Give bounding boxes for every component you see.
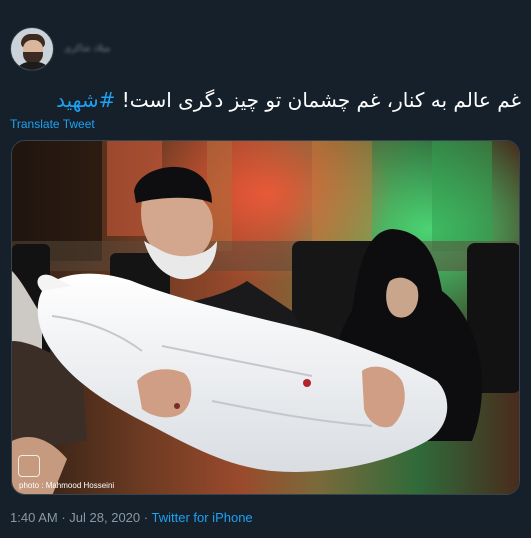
tweet-body: غم عالم به کنار، غم چشمان تو چیز دگری اس… <box>121 88 521 112</box>
tweet: میلاد شاکری غم عالم به کنار، غم چشمان تو… <box>0 0 531 538</box>
hashtag-link[interactable]: #شهید <box>56 88 115 112</box>
meta-separator-1: · <box>61 510 66 525</box>
tweet-meta: 1:40 AM · Jul 28, 2020 · Twitter for iPh… <box>10 510 253 525</box>
translate-tweet-link[interactable]: Translate Tweet <box>10 117 95 131</box>
watermark-logo-icon <box>18 455 40 477</box>
tweet-source-link[interactable]: Twitter for iPhone <box>152 510 253 525</box>
tweet-text: غم عالم به کنار، غم چشمان تو چیز دگری اس… <box>10 88 521 112</box>
author-name[interactable]: میلاد شاکری <box>64 44 110 54</box>
meta-separator-2: · <box>143 510 149 525</box>
tweet-photo[interactable]: photo : Mahmood Hosseini <box>11 140 520 495</box>
avatar-suit <box>15 62 51 70</box>
tweet-header: میلاد شاکری <box>10 26 110 72</box>
tweet-date[interactable]: Jul 28, 2020 <box>69 510 140 525</box>
avatar[interactable] <box>10 27 54 71</box>
photo-illustration <box>12 141 519 494</box>
tweet-time[interactable]: 1:40 AM <box>10 510 58 525</box>
photo-credit: photo : Mahmood Hosseini <box>19 481 115 490</box>
